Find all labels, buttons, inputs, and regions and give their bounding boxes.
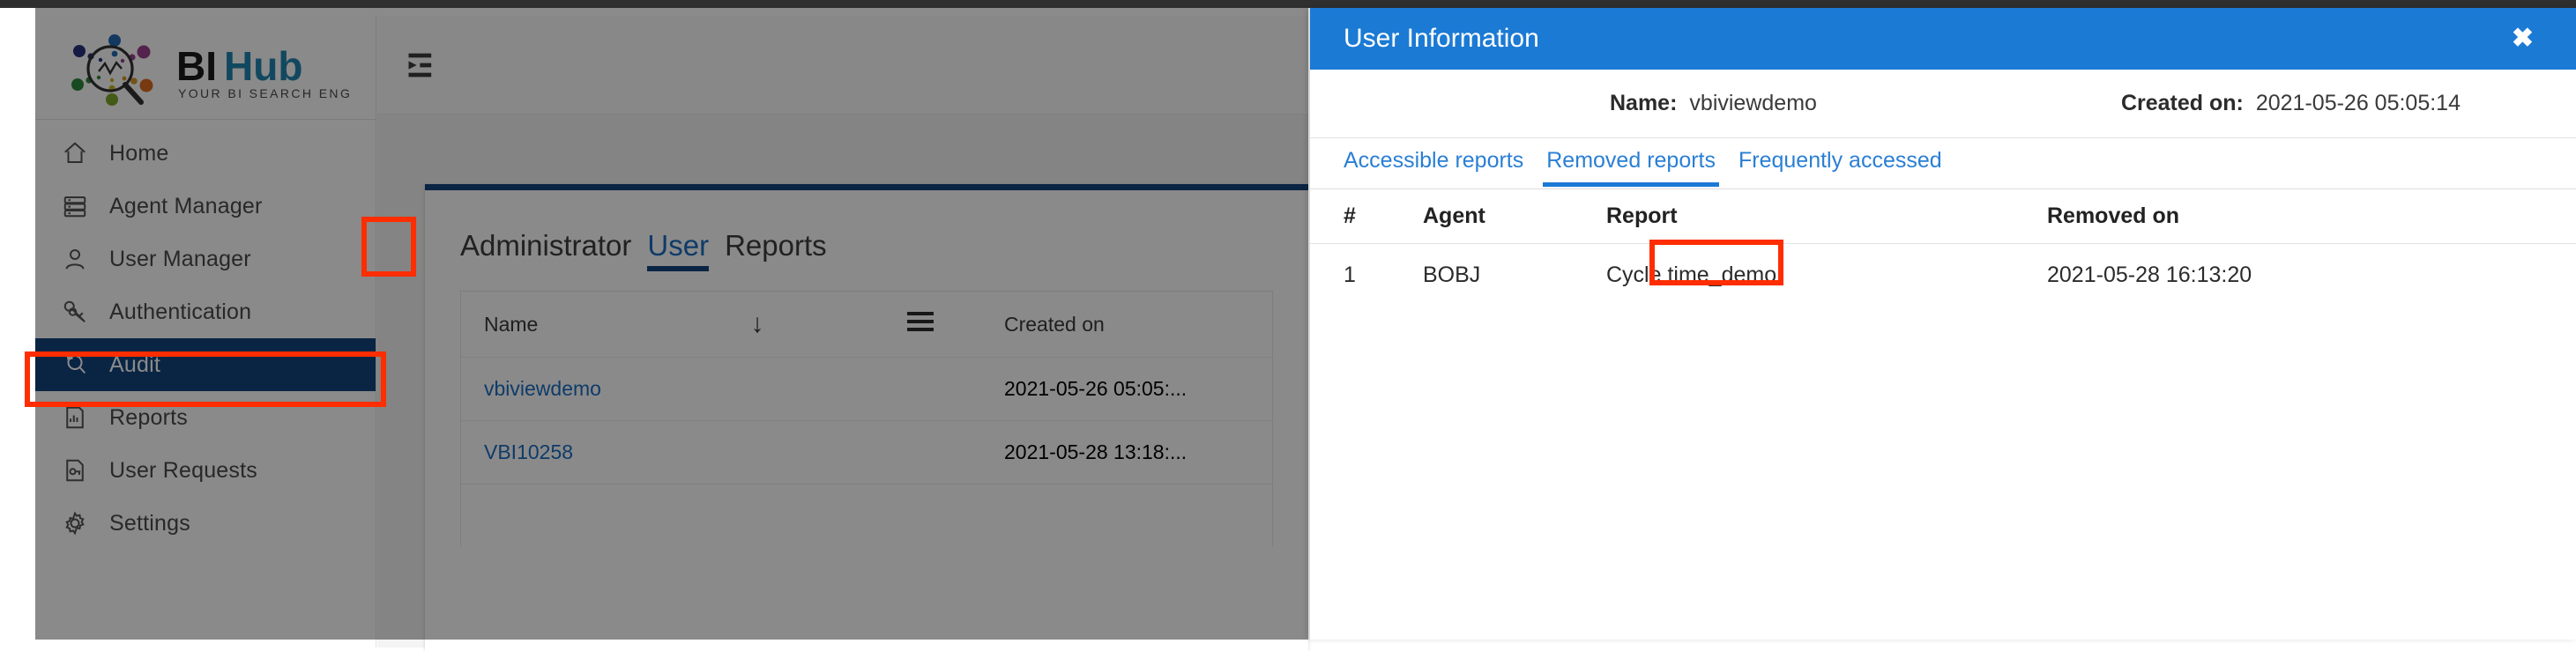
created-on-label: Created on: xyxy=(2120,91,2244,115)
modal-tabs: Accessible reports Removed reports Frequ… xyxy=(1310,138,2576,189)
gear-icon xyxy=(60,508,90,538)
column-header-index: # xyxy=(1344,203,1356,228)
cell-report: Cycle time_demo xyxy=(1606,262,1777,287)
sidebar-item-label: Authentication xyxy=(109,299,252,324)
sidebar-item-user-requests[interactable]: User Requests xyxy=(35,444,376,497)
cell-agent: BOBJ xyxy=(1423,262,1481,287)
user-name-field: Name: vbiviewdemo xyxy=(1610,91,1817,116)
sidebar-item-settings[interactable]: Settings xyxy=(35,497,376,550)
sidebar-item-label: Reports xyxy=(109,404,188,430)
tab-user[interactable]: User xyxy=(647,229,709,271)
column-header-removed-on: Removed on xyxy=(2047,203,2180,228)
audit-card: Administrator User Reports Name ↓ Create… xyxy=(425,184,1308,651)
modal-tab-removed-reports[interactable]: Removed reports xyxy=(1543,148,1719,187)
sidebar-item-audit[interactable]: Audit xyxy=(35,338,376,391)
sidebar-item-user-manager[interactable]: User Manager xyxy=(35,233,376,285)
sidebar: BI Hub YOUR BI SEARCH ENGINE Home Agent … xyxy=(35,16,376,647)
menu-collapse-icon[interactable] xyxy=(404,46,443,85)
top-toolbar xyxy=(377,16,1308,115)
sidebar-item-reports[interactable]: Reports xyxy=(35,391,376,444)
cell-index: 1 xyxy=(1344,262,1356,287)
sidebar-item-label: Settings xyxy=(109,510,190,536)
sidebar-item-home[interactable]: Home xyxy=(35,127,376,180)
user-icon xyxy=(60,244,90,274)
column-header-name[interactable]: Name xyxy=(484,313,678,337)
sidebar-item-label: Home xyxy=(109,140,169,166)
svg-text:YOUR BI SEARCH ENGINE: YOUR BI SEARCH ENGINE xyxy=(178,86,351,100)
close-icon[interactable]: ✖ xyxy=(2512,26,2534,52)
filter-lines-icon xyxy=(907,307,934,336)
users-table: Name ↓ Created on vbiviewdemo 2021-05-26… xyxy=(460,291,1273,547)
app-background: BI Hub YOUR BI SEARCH ENGINE Home Agent … xyxy=(0,8,1308,651)
cell-created-on: 2021-05-28 13:18:... xyxy=(1004,440,1187,463)
column-header-created-on[interactable]: Created on xyxy=(1004,313,1249,337)
modal-tab-frequently-accessed[interactable]: Frequently accessed xyxy=(1738,148,1942,179)
created-on-value: 2021-05-26 05:05:14 xyxy=(2255,91,2461,115)
user-information-modal: User Information ✖ Name: vbiviewdemo Cre… xyxy=(1308,8,2576,640)
sidebar-item-label: User Requests xyxy=(109,457,257,483)
main-tabs: Administrator User Reports xyxy=(425,190,1308,271)
cell-created-on: 2021-05-26 05:05:... xyxy=(1004,377,1187,400)
modal-tab-accessible-reports[interactable]: Accessible reports xyxy=(1344,148,1523,179)
modal-table-header-row: # Agent Report Removed on xyxy=(1310,189,2576,244)
modal-title: User Information xyxy=(1344,24,1539,53)
table-header-row: Name ↓ Created on xyxy=(461,292,1272,357)
modal-meta-row: Name: vbiviewdemo Created on: 2021-05-26… xyxy=(1310,70,2576,138)
document-key-icon xyxy=(60,455,90,485)
svg-text:Hub: Hub xyxy=(224,43,302,89)
cell-removed-on: 2021-05-28 16:13:20 xyxy=(2047,262,2252,287)
user-name-label: Name: xyxy=(1610,91,1678,115)
main-content: Administrator User Reports Name ↓ Create… xyxy=(377,16,1308,651)
sidebar-item-label: User Manager xyxy=(109,246,251,271)
modal-table-row[interactable]: 1 BOBJ Cycle time_demo 2021-05-28 16:13:… xyxy=(1310,244,2576,306)
table-row[interactable]: vbiviewdemo 2021-05-26 05:05:... xyxy=(461,357,1272,420)
sidebar-item-label: Agent Manager xyxy=(109,193,263,218)
sidebar-item-agent-manager[interactable]: Agent Manager xyxy=(35,180,376,233)
filter-icon[interactable] xyxy=(837,307,1004,341)
bihub-logo-icon: BI Hub YOUR BI SEARCH ENGINE xyxy=(71,33,351,106)
svg-text:BI: BI xyxy=(176,43,217,89)
window-top-strip xyxy=(0,0,2576,8)
user-name-value: vbiviewdemo xyxy=(1689,91,1817,115)
sidebar-nav: Home Agent Manager User Manager Authenti… xyxy=(35,120,376,550)
sidebar-item-label: Audit xyxy=(109,351,160,377)
modal-header: User Information ✖ xyxy=(1310,8,2576,70)
table-row[interactable]: VBI10258 2021-05-28 13:18:... xyxy=(461,420,1272,484)
removed-reports-table: # Agent Report Removed on 1 BOBJ Cycle t… xyxy=(1310,189,2576,306)
audit-search-icon xyxy=(60,350,90,380)
column-header-report: Report xyxy=(1606,203,1678,228)
sort-descending-icon[interactable]: ↓ xyxy=(678,309,837,339)
home-icon xyxy=(60,138,90,168)
created-on-field: Created on: 2021-05-26 05:05:14 xyxy=(2121,91,2461,116)
cell-user-name[interactable]: vbiviewdemo xyxy=(484,377,678,401)
tab-reports[interactable]: Reports xyxy=(725,229,827,271)
table-row-empty xyxy=(461,484,1272,547)
column-header-agent: Agent xyxy=(1423,203,1485,228)
sidebar-item-authentication[interactable]: Authentication xyxy=(35,285,376,338)
server-list-icon xyxy=(60,191,90,221)
cell-user-name[interactable]: VBI10258 xyxy=(484,440,678,464)
tab-administrator[interactable]: Administrator xyxy=(460,229,631,271)
brand-logo[interactable]: BI Hub YOUR BI SEARCH ENGINE xyxy=(35,16,376,120)
report-chart-icon xyxy=(60,403,90,433)
keys-icon xyxy=(60,297,90,327)
